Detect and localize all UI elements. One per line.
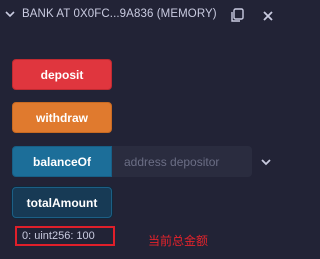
call-result-box: 0: uint256: 100 [15,226,115,246]
chevron-down-icon[interactable] [4,8,16,20]
balanceOf-button[interactable]: balanceOf [12,146,112,177]
contract-title: BANK AT 0X0FC...9A836 (MEMORY) [22,8,217,20]
address-depositor-input[interactable] [112,146,252,177]
annotation-label: 当前总金额 [148,234,209,248]
withdraw-button[interactable]: withdraw [12,102,112,133]
copy-icon[interactable] [229,7,245,23]
totalAmount-button[interactable]: totalAmount [12,187,112,218]
chevron-down-icon[interactable] [260,155,272,167]
deposit-button[interactable]: deposit [12,59,112,90]
balanceOf-row: balanceOf [12,146,276,177]
contract-header: BANK AT 0X0FC...9A836 (MEMORY) [0,0,288,30]
close-icon[interactable] [262,9,274,21]
call-result-text: 0: uint256: 100 [22,230,95,242]
